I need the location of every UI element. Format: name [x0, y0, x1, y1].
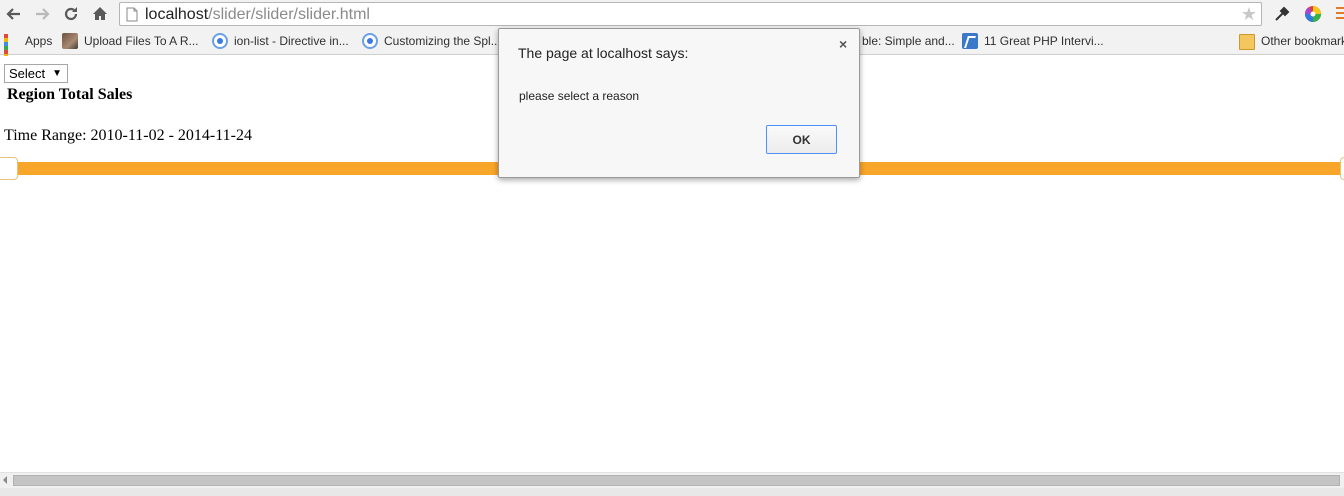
- chrome-page-icon: [362, 33, 378, 49]
- forward-arrow-icon: [36, 8, 50, 20]
- apps-grid-icon: [3, 33, 19, 70]
- back-button[interactable]: [3, 3, 25, 25]
- alert-dialog: × The page at localhost says: please sel…: [498, 28, 860, 178]
- status-bar: [0, 488, 1344, 496]
- photo-icon: [62, 33, 78, 49]
- home-icon: [93, 7, 107, 20]
- bookmark-label: ion-list - Directive in...: [234, 34, 349, 48]
- bookmark-label: ble: Simple and...: [862, 34, 955, 48]
- bookmark-label: Other bookmarks: [1261, 34, 1344, 48]
- bookmark-simple[interactable]: ble: Simple and...: [862, 32, 955, 50]
- bookmark-label: 11 Great PHP Intervi...: [984, 34, 1104, 48]
- horizontal-scrollbar[interactable]: [0, 472, 1344, 488]
- back-arrow-icon: [6, 8, 20, 20]
- bookmark-customizing[interactable]: Customizing the Spl...: [362, 32, 501, 50]
- bookmark-label: Customizing the Spl...: [384, 34, 501, 48]
- chrome-page-icon: [212, 33, 228, 49]
- select-value: Select: [9, 66, 46, 81]
- close-icon[interactable]: ×: [839, 36, 847, 52]
- url-path: /slider/slider/slider.html: [208, 6, 370, 23]
- reload-button[interactable]: [60, 3, 82, 25]
- page-icon: [126, 7, 138, 22]
- reason-select[interactable]: Select ▼: [4, 64, 68, 83]
- eyedropper-icon[interactable]: [1271, 3, 1293, 25]
- php-icon: [962, 33, 978, 49]
- url-text: localhost/slider/slider/slider.html: [145, 5, 370, 24]
- bookmark-apps[interactable]: Apps: [3, 32, 53, 70]
- bookmark-label: Apps: [25, 34, 53, 48]
- ok-button[interactable]: OK: [766, 125, 837, 154]
- home-button[interactable]: [89, 3, 111, 25]
- dropdown-arrow-icon: ▼: [52, 68, 62, 79]
- region-title: Region Total Sales: [7, 86, 133, 103]
- bookmark-other[interactable]: Other bookmarks: [1239, 32, 1344, 50]
- bookmark-label: Upload Files To A R...: [84, 34, 199, 48]
- folder-icon: [1239, 34, 1255, 50]
- scroll-left-icon[interactable]: [3, 476, 7, 484]
- address-bar[interactable]: localhost/slider/slider/slider.html ★: [119, 2, 1262, 26]
- url-host: localhost: [145, 6, 209, 23]
- bookmark-upload-files[interactable]: Upload Files To A R...: [62, 32, 199, 50]
- chrome-menu-icon[interactable]: [1336, 7, 1344, 21]
- dialog-title: The page at localhost says:: [518, 45, 689, 61]
- slider-handle-left[interactable]: [0, 157, 18, 180]
- slider-handle-right[interactable]: [1340, 157, 1344, 180]
- browser-toolbar: localhost/slider/slider/slider.html ★: [0, 0, 1344, 28]
- bookmark-php-interview[interactable]: 11 Great PHP Intervi...: [962, 32, 1104, 50]
- bookmark-star-icon[interactable]: ★: [1241, 5, 1257, 23]
- scrollbar-thumb[interactable]: [13, 475, 1340, 486]
- reload-icon: [64, 7, 78, 21]
- bookmark-ion-list[interactable]: ion-list - Directive in...: [212, 32, 349, 50]
- forward-button[interactable]: [31, 3, 53, 25]
- color-wheel-icon[interactable]: [1302, 3, 1324, 25]
- time-range-label: Time Range: 2010-11-02 - 2014-11-24: [4, 127, 252, 144]
- dialog-message: please select a reason: [519, 89, 640, 103]
